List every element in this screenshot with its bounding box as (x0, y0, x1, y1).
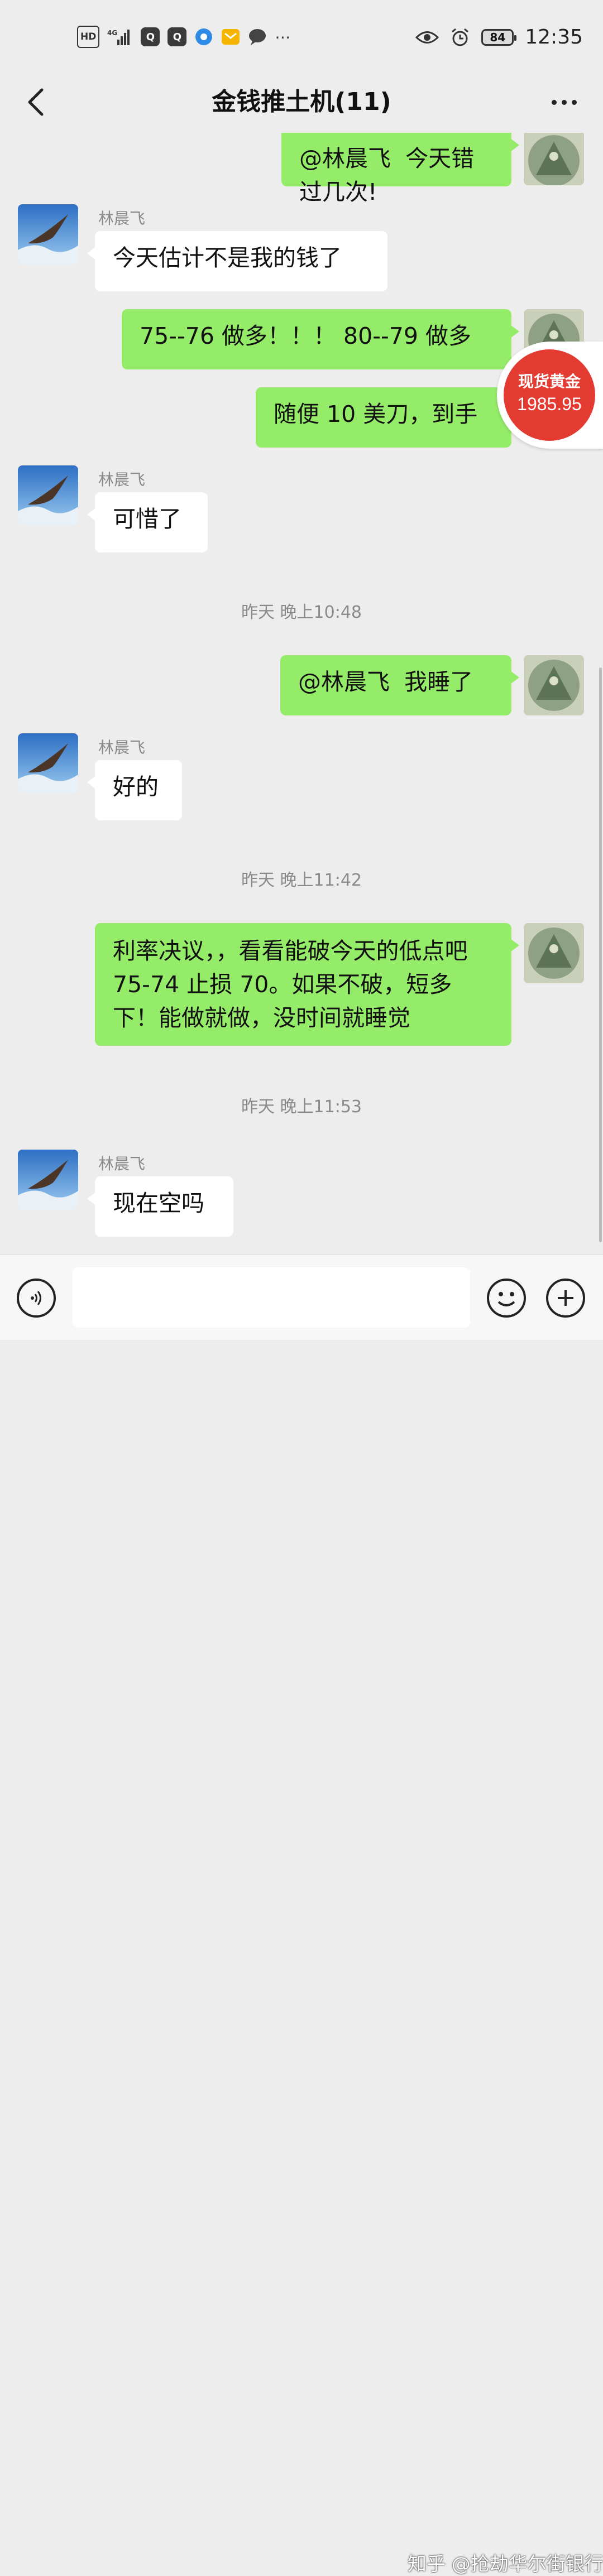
plus-icon (558, 1290, 573, 1306)
sender-name: 林晨飞 (98, 470, 146, 489)
app-notification-icon: Q (141, 27, 160, 46)
eye-icon (415, 28, 439, 47)
message-input[interactable] (73, 1267, 470, 1328)
my-avatar[interactable] (524, 923, 584, 983)
status-bar: HD 4G Q Q ⋯ 84 12:35 (0, 0, 603, 73)
message-icon (248, 27, 267, 46)
message-timestamp: 昨天 晚上10:48 (241, 603, 362, 622)
hd-indicator: HD (77, 26, 100, 48)
emoji-button[interactable] (487, 1279, 526, 1318)
contact-avatar[interactable] (18, 733, 78, 794)
message-list[interactable]: @林晨飞 今天错过几次! 林晨飞 今天估计不是我的钱了 75--76 做多！！！… (0, 133, 603, 1243)
gold-price-widget[interactable]: 现货黄金 1985.95 (497, 342, 603, 449)
message-bubble-sent[interactable]: 75--76 做多！！！ 80--79 做多 (122, 309, 519, 369)
clock: 12:35 (525, 26, 583, 49)
contact-avatar[interactable] (18, 204, 78, 265)
chat-header: 金钱推土机(11) (0, 73, 603, 133)
message-bubble-received[interactable]: 好的 (87, 760, 182, 820)
my-avatar[interactable] (524, 133, 584, 185)
voice-input-button[interactable] (17, 1279, 56, 1318)
battery-icon: 84 (481, 28, 517, 46)
message-timestamp: 昨天 晚上11:53 (241, 1097, 362, 1117)
dot-icon (571, 99, 577, 105)
gold-price-badge[interactable]: 现货黄金 1985.95 (504, 349, 595, 441)
mail-icon (221, 27, 240, 46)
scrollbar[interactable] (599, 667, 602, 1242)
more-notifications-icon: ⋯ (275, 27, 291, 46)
sender-name: 林晨飞 (98, 1155, 146, 1173)
app-notification-icon-2: Q (168, 27, 187, 46)
dot-icon (551, 99, 557, 105)
message-bubble-received[interactable]: 可惜了 (87, 492, 208, 552)
message-bubble-sent[interactable]: 利率决议，，看看能破今天的低点吧 75-74 止损 70。如果不破，短多下！能做… (95, 923, 519, 1046)
dot-icon (561, 99, 567, 105)
emoji-icon (497, 1292, 515, 1306)
signal-icon: 4G (107, 27, 133, 46)
more-options-button[interactable] (542, 83, 586, 122)
more-actions-button[interactable] (546, 1279, 585, 1318)
message-bubble-sent[interactable]: @林晨飞 今天错过几次! (281, 133, 519, 205)
contact-avatar[interactable] (18, 465, 78, 526)
watermark: 知乎 @抢劫华尔街银行 (408, 2553, 603, 2575)
message-bubble-received[interactable]: 现在空吗 (87, 1176, 233, 1237)
message-bubble-sent[interactable]: @林晨飞 我睡了 (280, 655, 519, 715)
my-avatar[interactable] (524, 655, 584, 715)
alarm-icon (450, 28, 470, 47)
message-bubble-received[interactable]: 今天估计不是我的钱了 (87, 231, 387, 291)
message-timestamp: 昨天 晚上11:42 (241, 871, 362, 890)
voice-icon (31, 1291, 41, 1305)
network-type: 4G (107, 29, 117, 37)
gold-price-label: 现货黄金 (518, 372, 581, 391)
chat-title: 金钱推土机(11) (212, 88, 391, 116)
message-bubble-sent[interactable]: 随便 10 美刀，到手 (256, 387, 519, 448)
input-bar: 知乎 @抢劫华尔街银行 (0, 1255, 603, 2575)
browser-icon (194, 27, 213, 46)
contact-avatar[interactable] (18, 1150, 78, 1210)
sender-name: 林晨飞 (98, 209, 146, 228)
gold-price-value: 1985.95 (517, 394, 582, 414)
sender-name: 林晨飞 (98, 738, 146, 757)
